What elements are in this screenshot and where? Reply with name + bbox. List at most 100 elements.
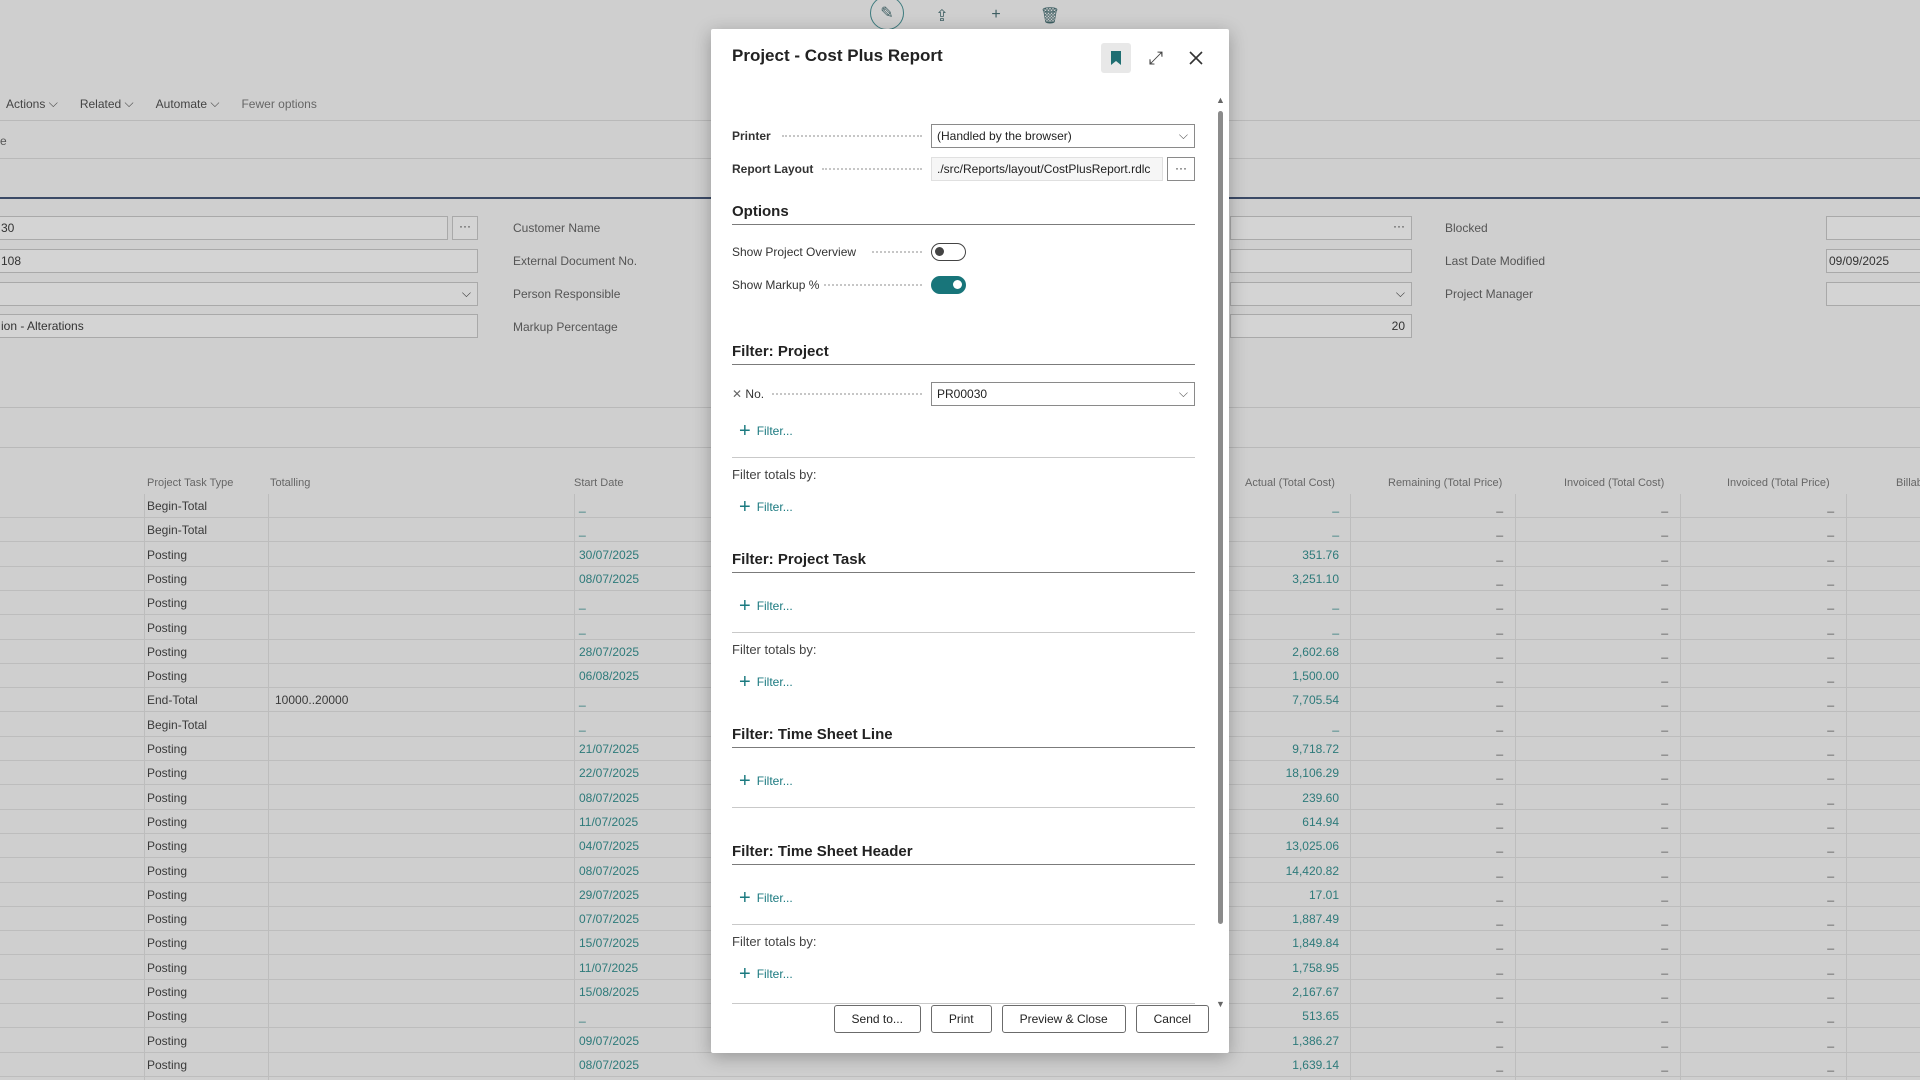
cell-empty-dash: _ [1827,960,1834,975]
field-markup-percentage[interactable]: 20 [1230,314,1412,338]
add-filter-project[interactable]: + Filter... [739,421,793,441]
cell-empty-dash: _ [1661,620,1668,635]
cell-empty-dash: _ [1496,571,1503,586]
field-blocked[interactable] [1826,216,1920,240]
cell-empty-dash: _ [1661,596,1668,611]
project-no-value: PR00030 [937,387,988,401]
show-overview-toggle[interactable] [931,243,966,261]
automate-menu[interactable]: Automate ⌵ [156,96,220,111]
show-overview-label: Show Project Overview [732,245,857,259]
scroll-up-icon[interactable]: ▲ [1216,95,1225,105]
printer-value: (Handled by the browser) [937,129,1072,143]
share-icon[interactable]: ⇪ [926,6,958,30]
project-no-select[interactable]: PR00030 ⌵ [931,382,1195,406]
actions-menu[interactable]: Actions ⌵ [6,96,58,111]
cell-empty-dash: _ [1827,766,1834,781]
filter-totals-project-label: Filter totals by: [732,467,817,482]
cell-empty-dash: _ [1661,571,1668,586]
dots [782,135,922,137]
fewer-options-link[interactable]: Fewer options [241,96,316,111]
field-person-responsible[interactable]: ⌵ [1230,282,1412,306]
add-filter-project-task[interactable]: + Filter... [739,596,793,616]
chevron-down-icon: ⌵ [210,96,220,110]
cell-empty-dash: _ [1661,790,1668,805]
layout-label: Report Layout [732,162,814,176]
layout-lookup-button[interactable]: ··· [1167,157,1195,181]
cell-task-type: Posting [147,863,188,878]
col-divider [268,494,269,1080]
field-external-doc[interactable] [1230,249,1412,273]
col-header-invoiced-total-price[interactable]: Invoiced (Total Price) [1727,477,1830,489]
add-filter-totals-project[interactable]: + Filter... [739,497,793,517]
col-divider [1846,494,1847,1080]
cell-empty-dash: _ [1827,887,1834,902]
close-icon[interactable] [1181,43,1211,73]
filter-totals-header-label: Filter totals by: [732,934,817,949]
add-filter-totals-task[interactable]: + Filter... [739,672,793,692]
add-filter-totals-header[interactable]: + Filter... [739,964,793,984]
ellipsis-button[interactable]: ··· [452,216,478,240]
cell-start-date: _ [579,1009,586,1024]
dialog-scrollbar[interactable]: ▲ ▼ [1216,93,1225,1013]
printer-select[interactable]: (Handled by the browser) ⌵ [931,124,1195,148]
edit-icon[interactable]: ✎ [870,0,904,30]
divider [732,632,1195,633]
cell-actual-total-cost: 2,602.68 [1292,644,1339,659]
cell-empty-dash: _ [1827,571,1834,586]
cell-start-date: _ [579,499,586,513]
field-description[interactable]: 108 [0,249,478,273]
scroll-thumb[interactable] [1218,111,1223,924]
cancel-button[interactable]: Cancel [1135,1005,1209,1033]
filter-project-title: Filter: Project [732,343,1195,365]
col-header-actual-total-cost[interactable]: Actual (Total Cost) [1245,477,1335,489]
cell-actual-total-cost: 614.94 [1302,814,1339,829]
cell-empty-dash: _ [1661,839,1668,854]
cell-empty-dash: _ [1827,790,1834,805]
layout-input[interactable]: ./src/Reports/layout/CostPlusReport.rdlc [931,157,1163,181]
field-project-manager[interactable] [1826,282,1920,306]
filter-totals-task-label: Filter totals by: [732,642,817,657]
label-blocked: Blocked [1445,221,1488,235]
cell-empty-dash: _ [1661,887,1668,902]
preview-close-button[interactable]: Preview & Close [1001,1005,1126,1033]
expand-icon[interactable]: ⤢ [1141,43,1171,73]
cell-empty-dash: _ [1496,912,1503,927]
cell-start-date: 11/07/2025 [579,814,639,829]
cell-empty-dash: _ [1827,1057,1834,1072]
new-icon[interactable]: + [980,6,1012,30]
add-filter-ts-header[interactable]: + Filter... [739,888,793,908]
related-label: Related [79,96,122,111]
cell-empty-dash: _ [1661,669,1668,684]
field-customer-name[interactable]: ··· [1230,216,1412,240]
cell-empty-dash: _ [1496,960,1503,975]
related-menu[interactable]: Related ⌵ [80,96,134,111]
send-to-button[interactable]: Send to... [833,1005,921,1033]
cell-empty-dash: _ [1827,839,1834,854]
print-button[interactable]: Print [930,1005,992,1033]
col-header-remaining-total-price[interactable]: Remaining (Total Price) [1388,477,1502,489]
table-row[interactable]: Posting 08/07/2025 1,639.14 _ _ _ [0,1053,1920,1077]
cell-empty-dash: _ [1827,620,1834,635]
field-alterations[interactable]: ion - Alterations [0,314,478,338]
show-markup-toggle[interactable] [931,276,966,294]
cell-empty-dash: _ [1496,742,1503,756]
field-no[interactable]: 30 [0,216,448,240]
cell-empty-dash: _ [1496,1033,1503,1048]
col-header-start-date[interactable]: Start Date [574,477,624,489]
delete-icon[interactable]: 🗑 [1034,6,1066,30]
field-select[interactable]: ⌵ [0,282,478,306]
chevron-down-icon: ⌵ [124,96,134,110]
cell-empty-dash: _ [1496,523,1503,538]
label-customer-name: Customer Name [513,221,601,235]
col-header-billable[interactable]: Billab [1896,477,1920,489]
bookmark-icon[interactable] [1101,43,1131,73]
remove-filter-icon[interactable]: ✕ [732,387,742,401]
col-header-invoiced-total-cost[interactable]: Invoiced (Total Cost) [1564,477,1664,489]
cell-actual-total-cost: 13,025.06 [1285,839,1339,854]
cell-empty-dash: _ [1827,547,1834,562]
col-header-totalling[interactable]: Totalling [270,477,310,489]
col-header-task-type[interactable]: Project Task Type [147,477,233,489]
add-filter-ts-line[interactable]: + Filter... [739,771,793,791]
cell-actual-total-cost: 9,718.72 [1292,742,1339,756]
scroll-down-icon[interactable]: ▼ [1216,999,1225,1009]
